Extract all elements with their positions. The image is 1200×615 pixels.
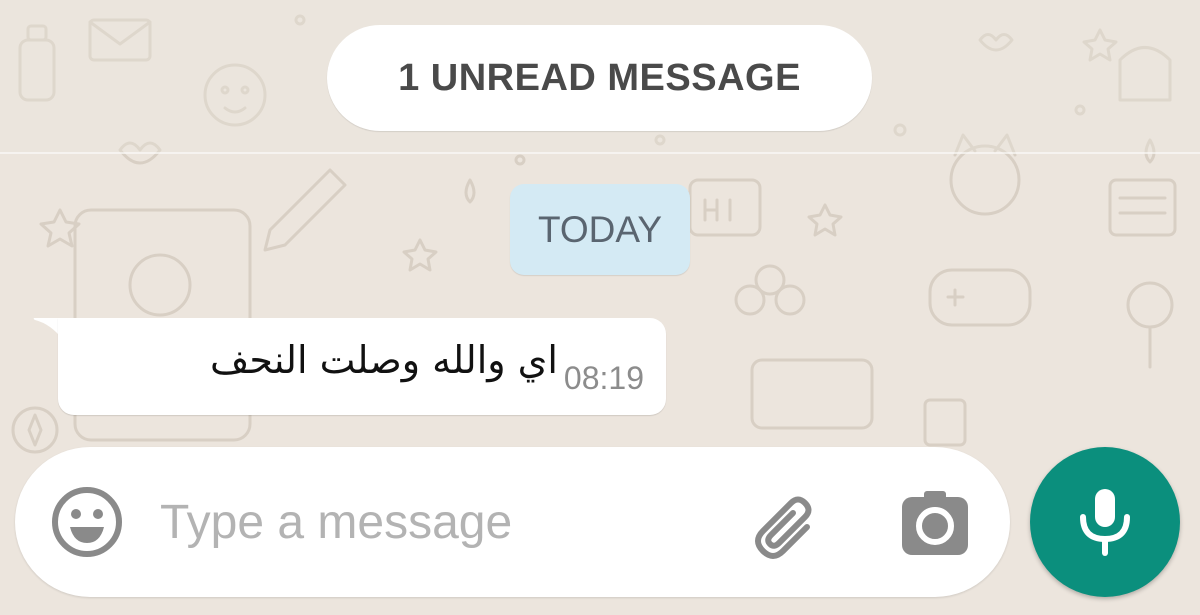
message-timestamp: 08:19 xyxy=(563,360,644,396)
date-label: TODAY xyxy=(537,208,663,250)
incoming-message-bubble[interactable]: اي والله وصلت النحف 08:19 xyxy=(58,318,666,415)
smiley-icon[interactable] xyxy=(50,485,124,559)
message-text: اي والله وصلت النحف xyxy=(210,338,558,382)
voice-record-button[interactable] xyxy=(1030,447,1180,597)
message-input[interactable] xyxy=(160,482,740,562)
unread-count-label: 1 UNREAD MESSAGE xyxy=(398,56,801,99)
microphone-icon xyxy=(1080,489,1130,556)
message-composer xyxy=(15,447,1010,597)
chat-screen: { "banner": { "unread_label": "1 UNREAD … xyxy=(0,0,1200,615)
unread-messages-pill: 1 UNREAD MESSAGE xyxy=(327,25,872,131)
paperclip-icon[interactable] xyxy=(745,485,825,565)
camera-icon[interactable] xyxy=(900,489,970,557)
date-separator: TODAY xyxy=(510,184,690,275)
